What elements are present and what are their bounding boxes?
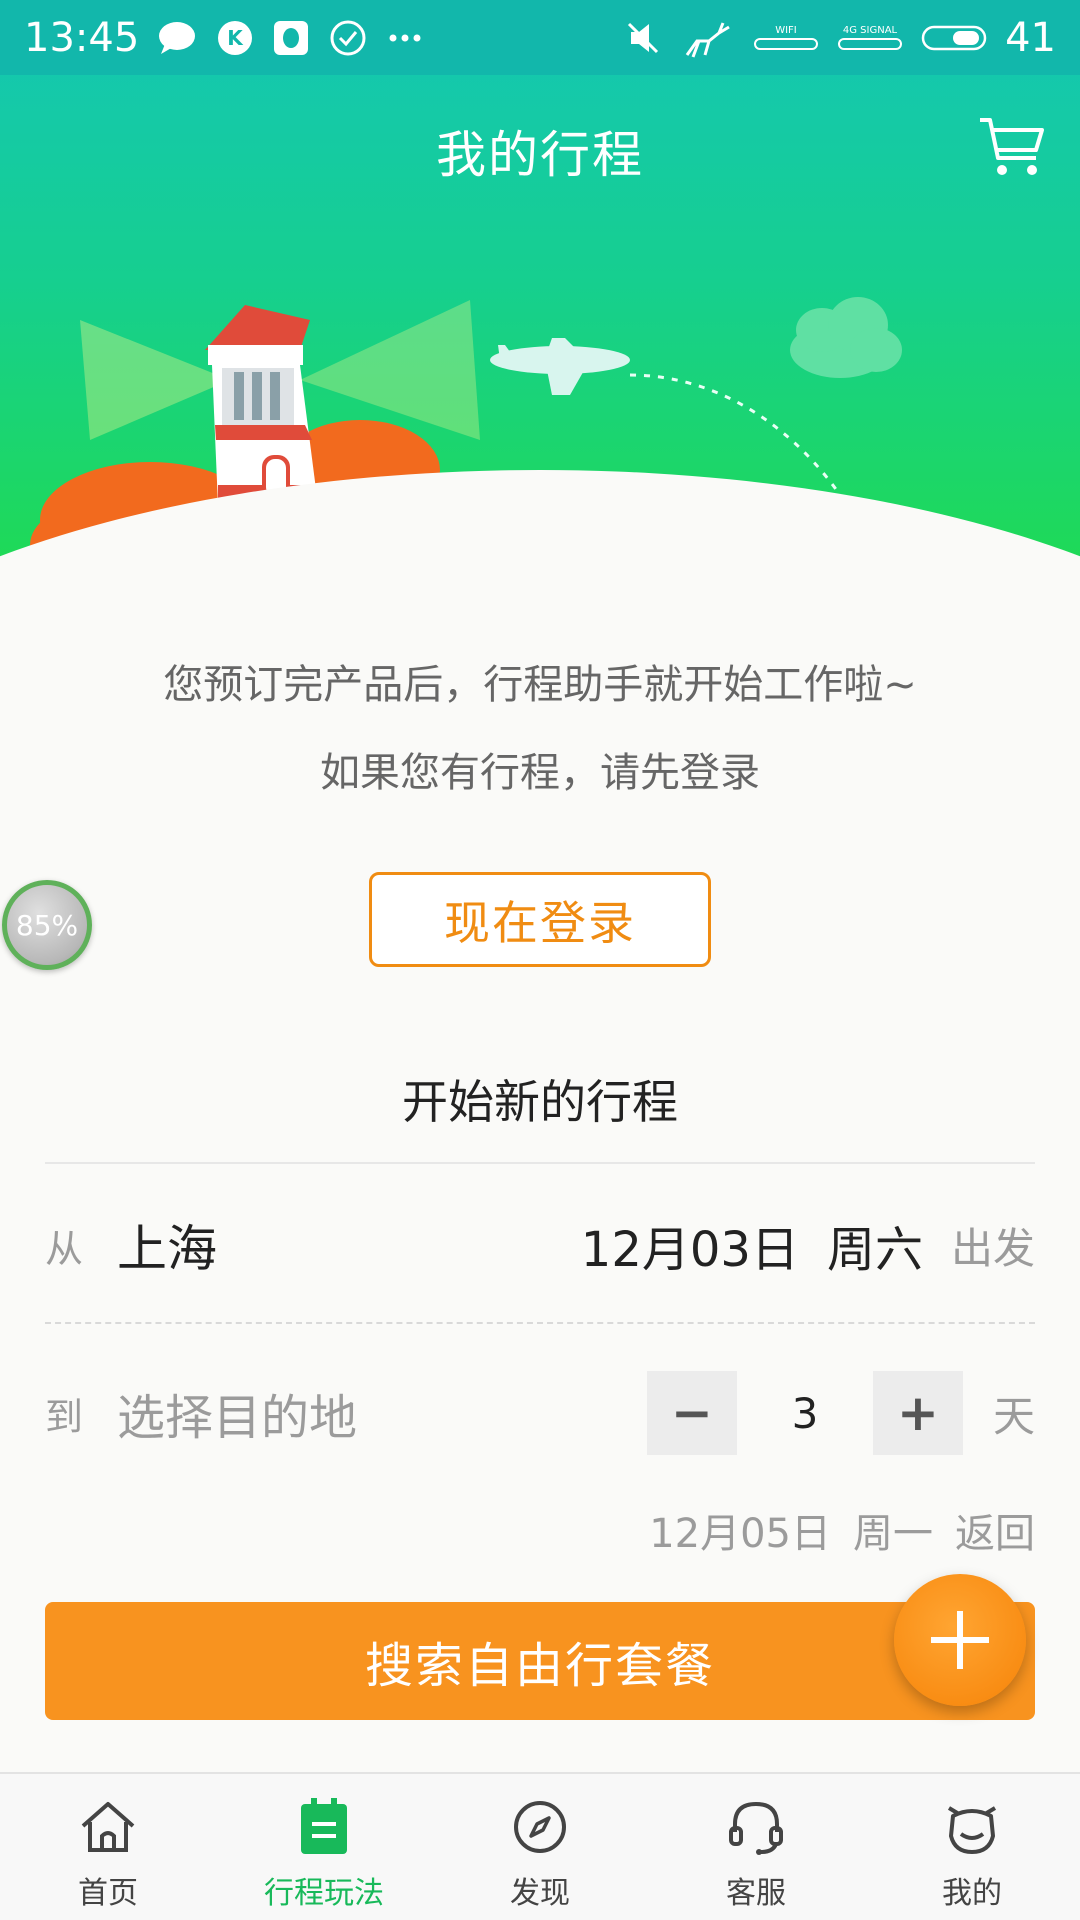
return-date: 12月05日 xyxy=(649,1511,831,1557)
signal-4g-icon: 4G SIGNAL xyxy=(838,25,903,50)
tab-mine-label: 我的 xyxy=(942,1876,1002,1911)
days-plus-button[interactable]: + xyxy=(872,1371,963,1455)
toggle-icon xyxy=(921,25,987,50)
tab-service-label: 客服 xyxy=(726,1876,786,1911)
deer-icon xyxy=(685,21,730,58)
svg-text:WIFI: WIFI xyxy=(775,25,797,36)
hero-banner: 13:45 K WIFI 4G SIGNAL 41 我的行程 xyxy=(0,0,1080,625)
return-weekday: 周一 xyxy=(853,1511,933,1557)
depart-weekday[interactable]: 周六 xyxy=(827,1210,923,1280)
svg-text:K: K xyxy=(228,26,245,50)
wifi-icon: WIFI xyxy=(754,25,819,50)
cow-face-icon xyxy=(947,1806,997,1854)
from-label: 从 xyxy=(45,1226,84,1271)
to-label: 到 xyxy=(45,1394,84,1439)
page-title: 我的行程 xyxy=(436,126,644,184)
battery-level: 41 xyxy=(1005,14,1056,61)
destination-row: 到 选择目的地 − 3 + 天 xyxy=(45,1370,1035,1456)
check-circle-icon xyxy=(330,20,366,55)
from-city[interactable]: 上海 xyxy=(117,1209,217,1281)
departure-row[interactable]: 从 上海 12月03日 周六 出发 xyxy=(45,1210,1035,1280)
tab-discover[interactable]: 发现 xyxy=(432,1774,648,1920)
tab-discover-label: 发现 xyxy=(510,1876,570,1911)
bottom-tabbar: 首页 行程玩法 发现 客服 我的 xyxy=(0,1772,1080,1920)
status-time: 13:45 xyxy=(24,14,140,61)
progress-badge[interactable]: 85% xyxy=(2,880,92,970)
cloud-icon xyxy=(790,297,902,378)
depart-suffix: 出发 xyxy=(950,1223,1035,1273)
add-fab-button[interactable] xyxy=(894,1574,1026,1706)
itinerary-page: 13:45 K WIFI 4G SIGNAL 41 我的行程 您预订完产品后，行… xyxy=(0,0,1080,1920)
plus-icon xyxy=(931,1611,989,1669)
cart-icon[interactable] xyxy=(976,112,1048,184)
tab-mine[interactable]: 我的 xyxy=(864,1774,1080,1920)
mute-icon xyxy=(628,22,659,53)
itinerary-icon xyxy=(301,1798,347,1854)
chat-bubble-icon xyxy=(159,21,196,54)
svg-text:4G SIGNAL: 4G SIGNAL xyxy=(843,25,898,36)
destination-select[interactable]: 选择目的地 xyxy=(117,1378,357,1448)
days-unit: 天 xyxy=(992,1391,1035,1441)
tab-service[interactable]: 客服 xyxy=(648,1774,864,1920)
airplane-icon xyxy=(490,338,630,395)
headset-icon xyxy=(729,1801,783,1855)
login-now-button[interactable]: 现在登录 xyxy=(369,872,711,967)
days-stepper: − 3 + xyxy=(646,1371,963,1455)
compass-icon xyxy=(514,1801,566,1853)
tab-itinerary-label: 行程玩法 xyxy=(264,1876,384,1911)
lighthouse-icon xyxy=(205,305,320,505)
tab-home[interactable]: 首页 xyxy=(0,1774,216,1920)
tab-itinerary[interactable]: 行程玩法 xyxy=(216,1774,432,1920)
login-hint-text: 如果您有行程，请先登录 xyxy=(320,750,760,796)
qq-icon xyxy=(274,20,309,55)
row-divider xyxy=(45,1322,1035,1324)
k-app-icon: K xyxy=(218,20,253,55)
home-icon xyxy=(81,1802,135,1852)
days-minus-button[interactable]: − xyxy=(646,1371,737,1455)
section-divider xyxy=(45,1162,1035,1164)
more-icon xyxy=(389,34,421,41)
tab-home-label: 首页 xyxy=(78,1876,138,1911)
status-bar: 13:45 K WIFI 4G SIGNAL 41 xyxy=(0,0,1080,75)
search-package-button[interactable]: 搜索自由行套餐 xyxy=(45,1602,1035,1720)
depart-date[interactable]: 12月03日 xyxy=(581,1210,799,1280)
booking-hint-text: 您预订完产品后，行程助手就开始工作啦~ xyxy=(163,662,917,708)
days-value: 3 xyxy=(791,1388,819,1438)
new-trip-title: 开始新的行程 xyxy=(402,1075,678,1129)
return-suffix: 返回 xyxy=(955,1511,1035,1557)
return-row: 12月05日 周一 返回 xyxy=(45,1502,1035,1558)
